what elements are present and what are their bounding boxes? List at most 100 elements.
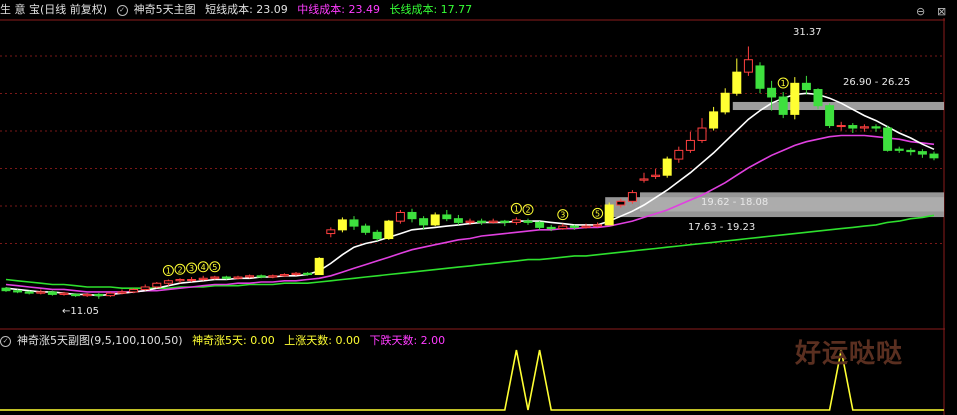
candle-body [674,149,684,160]
candle [337,217,347,233]
candle-body [627,192,637,202]
candle-body [778,96,788,115]
mid-cost-label: 中线成本: 23.49 [297,3,380,16]
candle-body [581,225,591,228]
candle-body [163,280,173,284]
candle-body [697,127,707,141]
candle-body [662,158,672,176]
candle-body [604,204,614,226]
stock-title[interactable]: 生 意 宝(日线 前复权) [0,3,107,16]
candle-body [82,293,92,297]
short-cost-label: 短线成本: 23.09 [205,3,288,16]
candle [627,190,637,204]
marker-label: 3 [560,211,565,220]
candle-body [906,149,916,153]
candle [395,209,405,224]
candle-body [337,219,347,231]
zone-low-label: 17.63 - 19.23 [688,222,756,233]
candle-body [361,225,371,233]
main-indicator-header: 生 意 宝(日线 前复权) ✓ 神奇5天主图 短线成本: 23.09 中线成本: … [0,0,478,20]
sub-indicator-header: ✓ 神奇涨5天副图(9,5,100,100,50) 神奇涨5天: 0.00 上涨天… [0,331,451,351]
marker-label: 3 [189,264,194,273]
candle-body [569,225,579,228]
sub-v1-label: 神奇涨5天: 0.00 [192,334,275,347]
candle-body [245,275,255,278]
candle-body [140,286,150,290]
candle-body [894,148,904,151]
candle-body [825,105,835,127]
candle-body [129,288,139,293]
indicator-name[interactable]: 神奇5天主图 [134,3,196,16]
close-panel-icon[interactable]: ⊠ [937,5,946,18]
candle-body [917,151,927,155]
candle-body [616,200,626,206]
marker-label: 2 [177,265,182,274]
candle [755,62,765,94]
collapse-icon[interactable]: ⊖ [916,5,925,18]
candle-body [198,277,208,281]
candle [883,125,893,152]
candle [662,156,672,178]
candle-body [47,291,57,295]
candle [1,286,11,292]
candle-body [36,291,46,294]
candle [430,212,440,227]
sub-v3-label: 下跌天数: 2.00 [369,334,446,347]
candle-body [558,225,568,230]
candle [790,77,800,120]
candle-body [801,82,811,91]
candle [47,290,57,296]
candle-body [395,211,405,222]
candle-body [651,174,661,177]
candle [129,288,139,294]
candle-body [743,59,753,73]
candle-body [477,220,487,223]
candle [604,202,614,226]
candle-body [465,220,475,223]
candle-body [117,291,127,294]
indicator-settings-icon[interactable]: ✓ [116,4,128,16]
candle-body [71,293,81,297]
candle-body [419,218,429,226]
candle-body [256,275,266,278]
zone-top-label: 26.90 - 26.25 [843,77,911,88]
candle-body [175,279,185,282]
candle-body [349,219,359,227]
candle-body [221,276,231,279]
candle-body [685,139,695,151]
candle-body [871,126,881,129]
candle-body [13,290,23,293]
candle [314,257,324,276]
candle [152,281,162,289]
candle-body [384,220,394,240]
marker-label: 5 [595,209,600,218]
candle-body [24,291,34,294]
watermark: 好运哒哒 [795,339,904,369]
zone-mid-label: 19.62 - 18.08 [701,197,769,208]
candle-body [883,127,893,151]
candle [105,291,115,297]
sub-indicator-name[interactable]: 神奇涨5天副图(9,5,100,100,50) [17,334,183,347]
sub-v2-label: 上涨天数: 0.00 [284,334,360,347]
candle-body [314,257,324,276]
candle-body [1,287,11,292]
marker-label: 1 [781,79,786,88]
candle-body [372,231,382,240]
candle-body [210,276,220,279]
candle-body [709,111,719,129]
marker-label: 5 [212,263,217,272]
candle-body [442,214,452,220]
high-price-label: 31.37 [793,27,822,38]
candle-body [813,89,823,107]
candle-body [187,279,197,282]
candle-body [732,71,742,94]
long-cost-label: 长线成本: 17.77 [389,3,473,16]
candle-body [929,153,939,159]
candle-body [59,292,69,295]
candle-body [326,229,336,235]
candle-body [105,292,115,297]
sub-settings-icon[interactable]: ✓ [0,335,11,347]
candle-body [233,276,243,279]
candle-body [593,224,603,227]
candle-body [836,125,846,128]
